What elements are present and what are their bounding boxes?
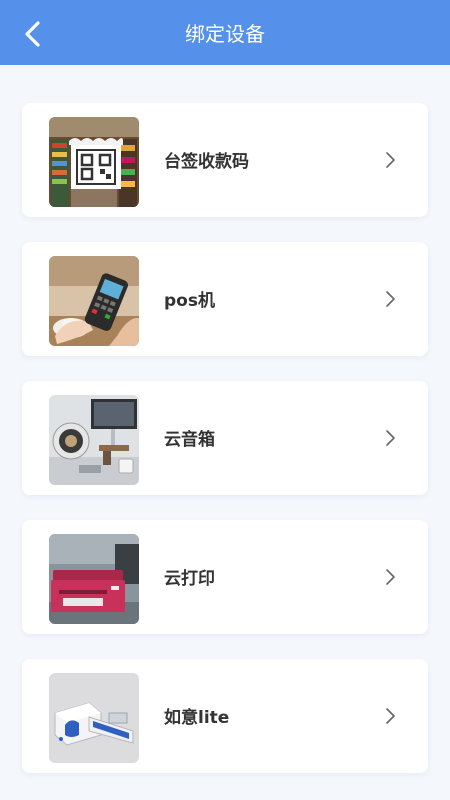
- device-label: 如意lite: [164, 708, 230, 728]
- device-label: 云音箱: [164, 430, 215, 450]
- back-button[interactable]: [18, 18, 50, 50]
- device-item-pos[interactable]: pos机: [22, 242, 428, 356]
- ruyi-lite-photo: [49, 673, 139, 763]
- chevron-right-icon: [380, 567, 400, 587]
- chevron-right-icon: [380, 289, 400, 309]
- cloud-speaker-photo: [49, 395, 139, 485]
- chevron-right-icon: [380, 150, 400, 170]
- device-list: 台签收款码 pos机 云音箱 云打印 如意lite: [22, 103, 428, 798]
- chevron-right-icon: [380, 428, 400, 448]
- device-label: 云打印: [164, 569, 215, 589]
- qr-stand-photo: [49, 117, 139, 207]
- device-label: 台签收款码: [164, 152, 249, 172]
- pos-terminal-photo: [49, 256, 139, 346]
- cloud-printer-photo: [49, 534, 139, 624]
- device-label: pos机: [164, 291, 215, 311]
- app-header: 绑定设备: [0, 0, 450, 65]
- device-item-ruyi-lite[interactable]: 如意lite: [22, 659, 428, 773]
- chevron-right-icon: [380, 706, 400, 726]
- page-title: 绑定设备: [185, 22, 265, 46]
- back-arrow-icon: [18, 18, 50, 50]
- device-item-cloud-speaker[interactable]: 云音箱: [22, 381, 428, 495]
- device-item-qr-stand[interactable]: 台签收款码: [22, 103, 428, 217]
- device-item-cloud-printer[interactable]: 云打印: [22, 520, 428, 634]
